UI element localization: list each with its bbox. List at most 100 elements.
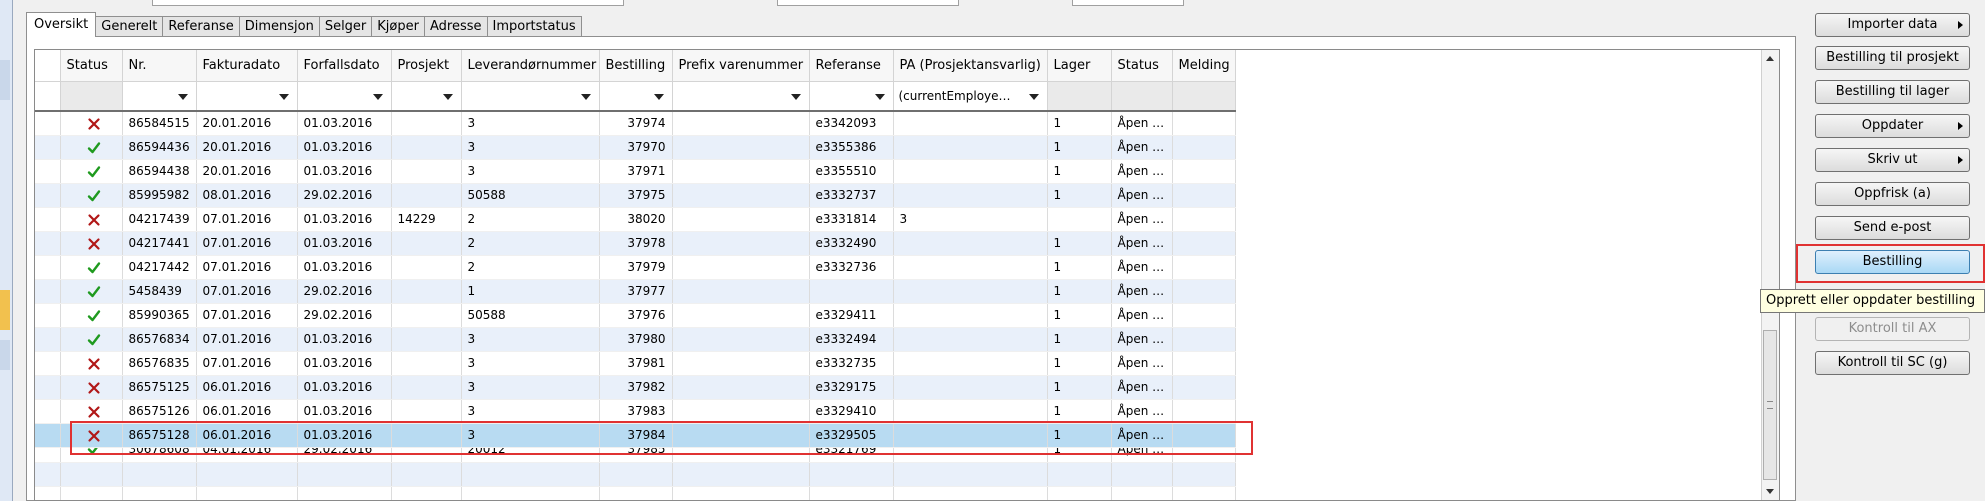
chevron-down-icon[interactable] [372,93,383,100]
cell-fakturadato[interactable]: 04.01.2016 [196,447,298,463]
status-ok-cell[interactable] [60,279,123,304]
cell-lager[interactable]: 1 [1047,399,1112,424]
filter-fakturadato[interactable] [196,81,298,112]
bestilling-til-lager-button[interactable]: Bestilling til lager [1815,80,1970,104]
row-header[interactable] [35,183,61,208]
cell-lager[interactable]: 1 [1047,303,1112,328]
cell-prosjekt[interactable] [391,351,462,376]
skriv-ut-button[interactable]: Skriv ut [1815,148,1970,172]
cell-fakturadato[interactable]: 08.01.2016 [196,183,298,208]
cell-pa[interactable] [893,111,1048,136]
cell-referanse[interactable] [809,279,894,304]
cell-prosjekt[interactable] [391,399,462,424]
cell-leverandor[interactable]: 50588 [461,183,600,208]
cell-melding[interactable] [1172,279,1236,304]
row-header[interactable] [35,159,61,184]
cell-fakturadato[interactable]: 07.01.2016 [196,351,298,376]
cell-forfallsdato[interactable]: 29.02.2016 [297,279,392,304]
row-header[interactable] [35,231,61,256]
cell-pa[interactable] [893,231,1048,256]
cell-prefix[interactable] [672,159,810,184]
cell-pa[interactable] [893,351,1048,376]
cell-referanse[interactable]: e3332736 [809,255,894,280]
cell-prefix[interactable] [672,327,810,352]
tab-generelt[interactable]: Generelt [95,16,164,37]
cell-nr[interactable]: 86575128 [122,423,197,448]
cell-bestilling[interactable]: 37970 [599,135,673,160]
column-header-fakturadato[interactable]: Fakturadato [196,50,298,82]
column-header-lager[interactable]: Lager [1047,50,1112,82]
cell-fakturadato[interactable]: 06.01.2016 [196,423,298,448]
row-header[interactable] [35,135,61,160]
column-header-status[interactable]: Status [60,50,123,82]
cell-melding[interactable] [1172,111,1236,136]
cell-melding[interactable] [1172,135,1236,160]
cell-bestilling[interactable]: 37985 [599,447,673,463]
table-row[interactable]: 86575128 06.01.2016 01.03.2016 3 37984 e33295… [35,423,1236,448]
cell-nr[interactable]: 85990365 [122,303,197,328]
cell-status2[interactable]: Åpen … [1111,183,1173,208]
cell-prosjekt[interactable] [391,111,462,136]
filter-bestilling[interactable] [599,81,673,112]
cell-bestilling[interactable]: 37980 [599,327,673,352]
bestilling-til-prosjekt-button[interactable]: Bestilling til prosjekt [1815,46,1970,70]
cell-prefix[interactable] [672,231,810,256]
cell-bestilling[interactable]: 37984 [599,423,673,448]
cell-referanse[interactable]: e3321769 [809,447,894,463]
status-ok-cell[interactable] [60,183,123,208]
table-row[interactable]: 04217439 07.01.2016 01.03.2016 14229 2 38020 e… [35,207,1236,232]
cell-leverandor[interactable]: 3 [461,375,600,400]
cell-pa[interactable] [893,303,1048,328]
cell-lager[interactable]: 1 [1047,231,1112,256]
cell-fakturadato[interactable]: 06.01.2016 [196,375,298,400]
cell-prefix[interactable] [672,303,810,328]
cell-prosjekt[interactable] [391,183,462,208]
table-row[interactable]: 86575125 06.01.2016 01.03.2016 3 37982 e33291… [35,375,1236,400]
scroll-thumb[interactable] [1763,330,1777,480]
cell-prefix[interactable] [672,135,810,160]
cell-lager[interactable]: 1 [1047,447,1112,463]
oppdater-button[interactable]: Oppdater [1815,114,1970,138]
cell-pa[interactable] [893,423,1048,448]
cell-nr[interactable]: 86584515 [122,111,197,136]
chevron-down-icon[interactable] [1028,93,1039,100]
table-row[interactable]: 86576834 07.01.2016 01.03.2016 3 37980 e33324… [35,327,1236,352]
cell-melding[interactable] [1172,375,1236,400]
status-error-cell[interactable] [60,231,123,256]
cell-nr[interactable]: 04217441 [122,231,197,256]
cell-forfallsdato[interactable]: 29.02.2016 [297,183,392,208]
cell-referanse[interactable]: e3329505 [809,423,894,448]
table-row[interactable]: 86584515 20.01.2016 01.03.2016 3 37974 e33420… [35,111,1236,136]
filter-referanse[interactable] [809,81,894,112]
cell-bestilling[interactable]: 37982 [599,375,673,400]
table-row[interactable]: 04217442 07.01.2016 01.03.2016 2 37979 e33327… [35,255,1236,280]
cell-forfallsdato[interactable]: 01.03.2016 [297,135,392,160]
bestilling-button[interactable]: Bestilling [1815,250,1970,274]
cell-lager[interactable]: 1 [1047,111,1112,136]
table-row[interactable]: 30678608 04.01.2016 29.02.2016 20012 37985 e3… [35,447,1236,463]
cell-status2[interactable]: Åpen … [1111,303,1173,328]
cell-prefix[interactable] [672,351,810,376]
table-row[interactable]: 5458439 07.01.2016 29.02.2016 1 37977 1 Åpen … [35,279,1236,304]
chevron-down-icon[interactable] [874,93,885,100]
cell-lager[interactable]: 1 [1047,159,1112,184]
cell-prefix[interactable] [672,423,810,448]
status-error-cell[interactable] [60,351,123,376]
cell-status2[interactable]: Åpen … [1111,111,1173,136]
kontroll-til-sc-g-button[interactable]: Kontroll til SC (g) [1815,351,1970,375]
cell-lager[interactable]: 1 [1047,327,1112,352]
cell-nr[interactable]: 04217442 [122,255,197,280]
tab-dimensjon[interactable]: Dimensjon [238,16,320,37]
cell-nr[interactable]: 86576835 [122,351,197,376]
cell-status2[interactable]: Åpen … [1111,447,1173,463]
cell-fakturadato[interactable]: 07.01.2016 [196,303,298,328]
cell-prefix[interactable] [672,399,810,424]
column-header-melding[interactable]: Melding [1172,50,1236,82]
chevron-down-icon[interactable] [177,93,188,100]
cell-leverandor[interactable]: 3 [461,351,600,376]
filter-prefix[interactable] [672,81,810,112]
cell-forfallsdato[interactable]: 01.03.2016 [297,159,392,184]
cell-status2[interactable]: Åpen … [1111,375,1173,400]
cell-prosjekt[interactable] [391,231,462,256]
cell-leverandor[interactable]: 2 [461,255,600,280]
